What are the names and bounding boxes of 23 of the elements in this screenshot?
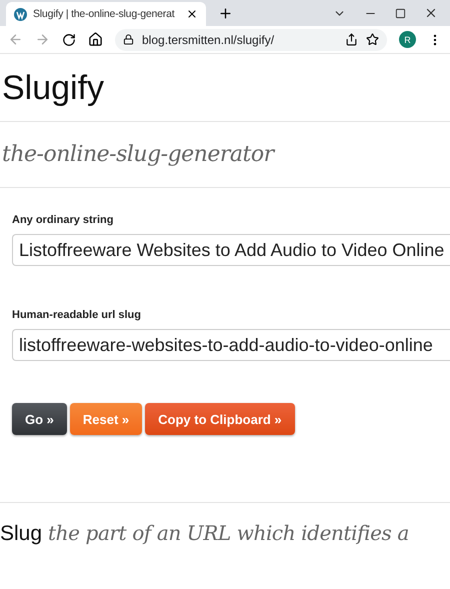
- lock-icon: [123, 34, 134, 45]
- profile-avatar[interactable]: R: [399, 31, 416, 48]
- action-button[interactable]: Go »: [12, 403, 67, 436]
- new-tab-icon[interactable]: [218, 6, 233, 21]
- browser-tab[interactable]: Slugify | the-online-slug-generat: [6, 2, 206, 26]
- maximize-icon[interactable]: [395, 8, 406, 18]
- wordpress-icon: [14, 8, 27, 20]
- text-field[interactable]: listoffreeware-websites-to-add-audio-to-video-online: [12, 329, 450, 362]
- home-icon[interactable]: [88, 32, 103, 47]
- definition-term: Slug: [0, 522, 42, 546]
- address-bar[interactable]: blog.tersmitten.nl/slugify/: [115, 28, 387, 50]
- reload-icon[interactable]: [62, 32, 76, 46]
- star-icon[interactable]: [366, 33, 379, 46]
- action-button[interactable]: Copy to Clipboard »: [145, 403, 295, 436]
- close-icon[interactable]: [186, 8, 198, 20]
- text-field[interactable]: Listoffreeware Websites to Add Audio to Video Online: [12, 234, 450, 266]
- page-subtitle: the-online-slug-generator: [1, 141, 276, 170]
- definition-text: the part of an URL which identifies a: [48, 521, 409, 546]
- share-icon[interactable]: [345, 33, 358, 46]
- field-label: Any ordinary string: [12, 214, 114, 226]
- close-icon[interactable]: [424, 6, 438, 20]
- page-title: Slugify: [1, 68, 106, 109]
- field-label: Human-readable url slug: [12, 309, 142, 322]
